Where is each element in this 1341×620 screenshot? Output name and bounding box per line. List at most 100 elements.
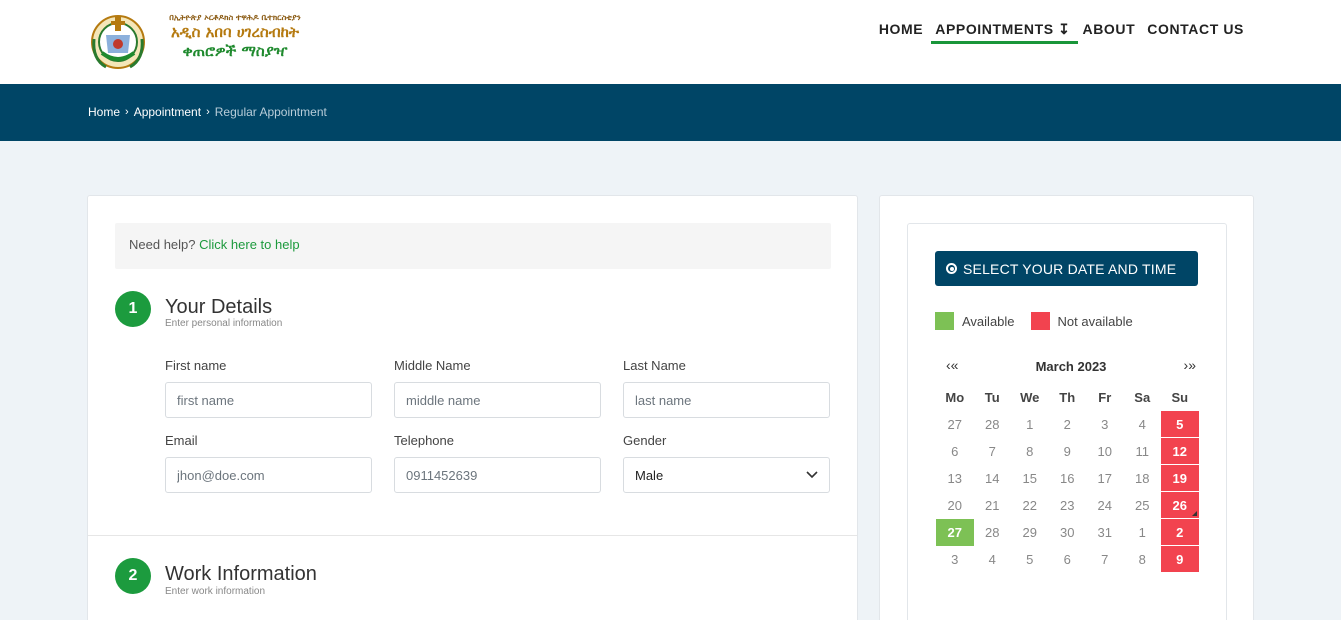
not-available-swatch xyxy=(1030,312,1050,330)
gender-label: Gender xyxy=(623,433,667,448)
calendar-day[interactable]: 30 xyxy=(1049,519,1087,546)
first-name-input[interactable] xyxy=(165,382,372,418)
calendar-day-unavailable[interactable]: 12 xyxy=(1161,438,1199,465)
site-logo[interactable]: በኢትዮጵያ ኦርቶዶክስ ተዋሕዶ ቤተክርስቲያን አዲስ አበባ ሀገረስ… xyxy=(88,9,318,75)
breadcrumb-current: Regular Appointment xyxy=(214,105,327,119)
middle-name-label: Middle Name xyxy=(394,358,471,373)
telephone-input[interactable] xyxy=(394,457,601,493)
step-2-badge: 2 xyxy=(115,558,151,594)
calendar-day[interactable]: 28 xyxy=(974,519,1012,546)
site-header: በኢትዮጵያ ኦርቶዶክስ ተዋሕዶ ቤተክርስቲያን አዲስ አበባ ሀገረስ… xyxy=(0,0,1341,84)
calendar-day[interactable]: 20 xyxy=(936,492,974,519)
calendar-day[interactable]: 8 xyxy=(1124,546,1162,573)
nav-appointments[interactable]: APPOINTMENTS ↧ xyxy=(928,21,1079,44)
calendar-day[interactable]: 22 xyxy=(1011,492,1049,519)
calendar-day[interactable]: 6 xyxy=(1049,546,1087,573)
calendar-day[interactable]: 3 xyxy=(1086,411,1124,438)
section-subtitle-your-details: Enter personal information xyxy=(165,318,283,329)
nav-contact-us[interactable]: CONTACT US xyxy=(1140,21,1249,43)
email-input[interactable] xyxy=(165,457,372,493)
calendar-day-unavailable[interactable]: 5 xyxy=(1161,411,1199,438)
help-text: Need help? xyxy=(129,237,196,252)
calendar-day-available[interactable]: 27 xyxy=(936,519,974,546)
calendar-day-unavailable[interactable]: 19 xyxy=(1161,465,1199,492)
date-time-card: SELECT YOUR DATE AND TIME Available Not … xyxy=(879,195,1254,620)
calendar-day[interactable]: 18 xyxy=(1124,465,1162,492)
calendar-day[interactable]: 23 xyxy=(1049,492,1087,519)
appointment-form-card: Need help? Click here to help 1 Your Det… xyxy=(87,195,858,620)
gender-select[interactable]: Male xyxy=(623,457,830,493)
logo-text: በኢትዮጵያ ኦርቶዶክስ ተዋሕዶ ቤተክርስቲያን አዲስ አበባ ሀገረስ… xyxy=(150,12,320,61)
calendar-day[interactable]: 4 xyxy=(974,546,1012,573)
calendar-day[interactable]: 1 xyxy=(1011,411,1049,438)
calendar-day[interactable]: 13 xyxy=(936,465,974,492)
calendar-day[interactable]: 7 xyxy=(974,438,1012,465)
calendar-day-unavailable[interactable]: 2 xyxy=(1161,519,1199,546)
main-nav: HOME APPOINTMENTS ↧ ABOUT CONTACT US xyxy=(872,21,1249,44)
gender-select-value: Male xyxy=(635,467,664,483)
chevron-down-icon xyxy=(806,471,818,479)
email-label: Email xyxy=(165,433,198,448)
breadcrumb-home[interactable]: Home xyxy=(88,105,120,119)
calendar-day[interactable]: 11 xyxy=(1124,438,1162,465)
calendar-day[interactable]: 1 xyxy=(1124,519,1162,546)
calendar-day[interactable]: 14 xyxy=(974,465,1012,492)
calendar-weekday: Su xyxy=(1171,390,1189,405)
calendar-day[interactable]: 21 xyxy=(974,492,1012,519)
calendar-weekday: Mo xyxy=(945,390,965,405)
section-divider xyxy=(88,535,857,536)
calendar-day[interactable]: 10 xyxy=(1086,438,1124,465)
calendar-weekday: Th xyxy=(1059,390,1076,405)
available-swatch xyxy=(935,312,954,330)
calendar-day[interactable]: 25 xyxy=(1124,492,1162,519)
calendar-day-unavailable[interactable]: 9 xyxy=(1161,546,1199,573)
calendar-next-button[interactable]: ›» xyxy=(1184,357,1196,373)
calendar-grid: Mo Tu We Th Fr Sa Su 27 28 1 2 3 4 5 6 7 8 9 10 11 12 13 14 15 1… xyxy=(936,384,1199,573)
calendar-weekday: Sa xyxy=(1134,390,1151,405)
breadcrumb-separator: › xyxy=(206,106,210,118)
calendar-day[interactable]: 9 xyxy=(1049,438,1087,465)
breadcrumb-separator: › xyxy=(125,106,129,118)
calendar-day[interactable]: 29 xyxy=(1011,519,1049,546)
calendar-day[interactable]: 17 xyxy=(1086,465,1124,492)
last-name-input[interactable] xyxy=(623,382,830,418)
section-title-your-details: Your Details xyxy=(165,296,273,318)
calendar-day[interactable]: 5 xyxy=(1011,546,1049,573)
calendar-day[interactable]: 27 xyxy=(936,411,974,438)
select-date-time-button[interactable]: SELECT YOUR DATE AND TIME xyxy=(935,251,1198,286)
calendar-weekday: We xyxy=(1020,390,1040,405)
calendar-day[interactable]: 3 xyxy=(936,546,974,573)
calendar-day[interactable]: 16 xyxy=(1049,465,1087,492)
help-box: Need help? Click here to help xyxy=(115,223,831,269)
last-name-label: Last Name xyxy=(623,358,686,373)
calendar-day[interactable]: 2 xyxy=(1049,411,1087,438)
calendar-day[interactable]: 4 xyxy=(1124,411,1162,438)
calendar-day[interactable]: 28 xyxy=(974,411,1012,438)
help-link[interactable]: Click here to help xyxy=(199,237,299,252)
availability-legend: Available Not available xyxy=(935,312,1133,330)
calendar-day[interactable]: 24 xyxy=(1086,492,1124,519)
church-emblem-icon xyxy=(91,15,145,69)
calendar-month-title: March 2023 xyxy=(1035,359,1107,374)
section-subtitle-work-information: Enter work information xyxy=(165,586,266,597)
legend-available: Available xyxy=(962,313,1015,329)
nav-home[interactable]: HOME xyxy=(872,21,928,43)
calendar-day-unavailable[interactable]: 26 xyxy=(1161,492,1199,519)
calendar-day[interactable]: 31 xyxy=(1086,519,1124,546)
calendar-weekday: Tu xyxy=(984,390,1000,405)
calendar-day[interactable]: 7 xyxy=(1086,546,1124,573)
calendar-day[interactable]: 6 xyxy=(936,438,974,465)
calendar-day[interactable]: 8 xyxy=(1011,438,1049,465)
middle-name-input[interactable] xyxy=(394,382,601,418)
calendar-weekday: Fr xyxy=(1098,390,1112,405)
select-date-time-label: SELECT YOUR DATE AND TIME xyxy=(963,260,1177,277)
breadcrumb-appointment[interactable]: Appointment xyxy=(134,105,201,119)
logo-line-2: አዲስ አበባ ሀገረስብከት xyxy=(170,23,300,41)
nav-about[interactable]: ABOUT xyxy=(1075,21,1140,43)
breadcrumb: Home › Appointment › Regular Appointment xyxy=(88,105,327,119)
step-1-badge: 1 xyxy=(115,291,151,327)
calendar-header: ‹« March 2023 ›» xyxy=(946,357,1196,377)
first-name-label: First name xyxy=(165,358,227,373)
calendar-day[interactable]: 15 xyxy=(1011,465,1049,492)
calendar-panel: SELECT YOUR DATE AND TIME Available Not … xyxy=(907,223,1227,620)
